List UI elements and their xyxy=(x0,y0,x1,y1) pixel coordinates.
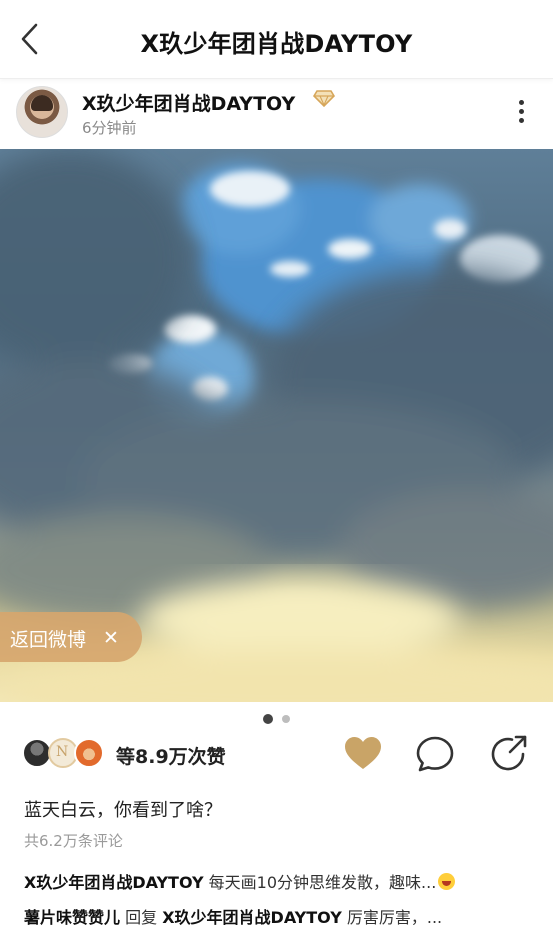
top-nav-bar: X玖少年团肖战DAYTOY xyxy=(0,0,553,79)
more-options-button[interactable] xyxy=(508,96,534,126)
dot-icon xyxy=(518,118,524,123)
comment-text: 厉害厉害，... xyxy=(341,908,443,927)
like-button[interactable] xyxy=(343,734,383,774)
post-time: 6分钟前 xyxy=(82,119,137,137)
dot-icon xyxy=(518,109,524,114)
page-title: X玖少年团肖战DAYTOY xyxy=(140,30,413,58)
return-label: 返回微博 xyxy=(10,629,87,651)
liker-avatar[interactable] xyxy=(74,738,104,768)
post-author-row: X玖少年团肖战DAYTOY 6分钟前 xyxy=(0,80,553,148)
post-photo[interactable]: 返回微博 ✕ xyxy=(0,149,553,702)
post-caption: 蓝天白云，你看到了啥？ xyxy=(24,800,222,821)
engagement-row: N 等8.9万次赞 xyxy=(0,728,553,782)
reply-target[interactable]: X玖少年团肖战DAYTOY xyxy=(162,908,342,927)
comment-author[interactable]: X玖少年团肖战DAYTOY xyxy=(24,873,204,892)
close-icon[interactable]: ✕ xyxy=(103,627,119,649)
reply-word: 回复 xyxy=(120,908,163,927)
comment-item[interactable]: X玖少年团肖战DAYTOY 每天画10分钟思维发散，趣味... xyxy=(24,869,534,893)
comment-button[interactable] xyxy=(415,734,455,774)
share-button[interactable] xyxy=(490,734,530,774)
pager-dot-active[interactable] xyxy=(262,713,273,724)
photo-pager xyxy=(0,708,553,724)
pager-dot[interactable] xyxy=(282,714,291,723)
comment-author[interactable]: 薯片味赞赞儿 xyxy=(24,908,120,927)
comment-count[interactable]: 共6.2万条评论 xyxy=(24,830,123,851)
dot-icon xyxy=(518,100,524,105)
likes-count[interactable]: 等8.9万次赞 xyxy=(116,742,226,769)
return-to-weibo-button[interactable]: 返回微博 ✕ xyxy=(0,612,142,662)
comment-bubble-icon xyxy=(416,736,454,772)
author-name[interactable]: X玖少年团肖战DAYTOY xyxy=(82,89,295,116)
laughing-emoji-icon xyxy=(438,873,456,890)
gold-diamond-icon xyxy=(313,90,335,107)
comment-item[interactable]: 薯片味赞赞儿 回复 X玖少年团肖战DAYTOY 厉害厉害，... xyxy=(24,904,534,928)
comment-text: 每天画10分钟思维发散，趣味... xyxy=(203,873,437,892)
heart-icon xyxy=(345,737,381,769)
share-arrow-icon xyxy=(491,735,527,771)
avatar[interactable] xyxy=(16,86,68,138)
